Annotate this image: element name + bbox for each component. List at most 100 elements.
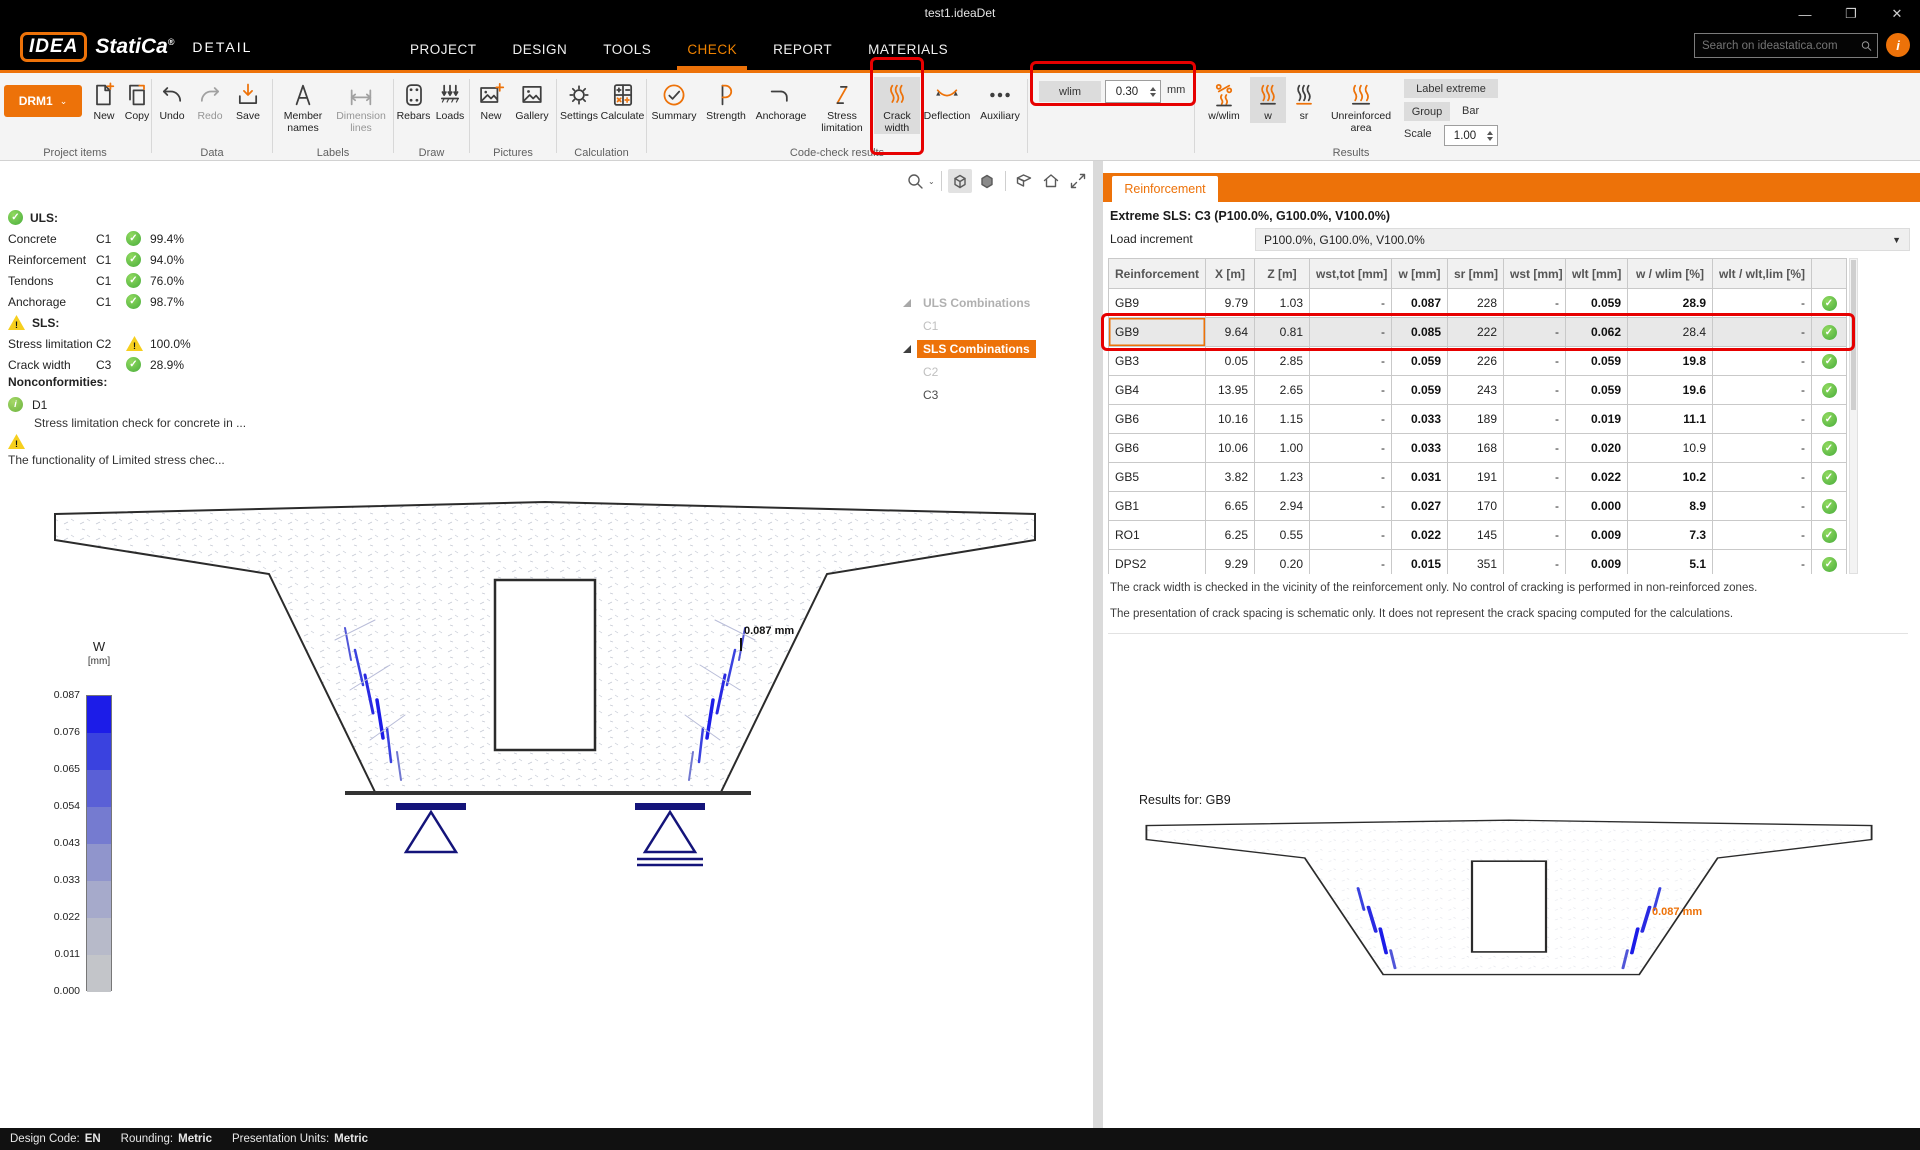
anchorage-check-button[interactable]: Anchorage	[752, 77, 810, 123]
table-row[interactable]: GB99.640.81-0.085222-0.06228.4-✓	[1109, 318, 1847, 347]
panel-splitter[interactable]	[1093, 161, 1103, 1128]
undo-button[interactable]: Undo	[153, 77, 191, 123]
wlim-spinner[interactable]: 0.30	[1105, 80, 1161, 103]
search-input[interactable]	[1695, 40, 1860, 52]
label-extreme-toggle[interactable]: Label extreme	[1404, 79, 1498, 98]
new-project-item-button[interactable]: New	[88, 77, 120, 123]
zoom-tool-icon[interactable]	[903, 169, 927, 193]
menu-check[interactable]: CHECK	[687, 28, 737, 70]
fit-view-icon[interactable]	[1066, 169, 1090, 193]
settings-button[interactable]: Settings	[558, 77, 600, 123]
tab-reinforcement[interactable]: Reinforcement	[1112, 176, 1218, 202]
group-toggle[interactable]: Group	[1404, 102, 1450, 121]
tree-item-sls-combinations[interactable]: SLS Combinations	[903, 337, 1088, 360]
summary-row: ReinforcementC1✓94.0%	[8, 249, 308, 270]
table-row[interactable]: GB413.952.65-0.059243-0.05919.6-✓	[1109, 376, 1847, 405]
column-header[interactable]: Reinforcement	[1109, 259, 1206, 289]
column-header[interactable]	[1812, 259, 1847, 289]
nonconformity-item[interactable]: iD1	[8, 395, 328, 414]
table-row[interactable]: GB16.652.94-0.027170-0.0008.9-✓	[1109, 492, 1847, 521]
column-header[interactable]: X [m]	[1206, 259, 1255, 289]
bridge-section-drawing[interactable]	[45, 500, 1045, 870]
column-header[interactable]: w [mm]	[1392, 259, 1448, 289]
tree-item-c2[interactable]: C2	[903, 360, 1088, 383]
table-row[interactable]: GB610.061.00-0.033168-0.02010.9-✓	[1109, 434, 1847, 463]
nonconformity-item[interactable]: !	[8, 432, 328, 451]
check-summary: ✓ ULS: ConcreteC1✓99.4%ReinforcementC1✓9…	[8, 207, 308, 375]
calculate-button[interactable]: Calculate	[600, 77, 645, 123]
copy-button[interactable]: Copy	[120, 77, 154, 123]
table-cell: 168	[1448, 434, 1504, 463]
table-row[interactable]: RO16.250.55-0.022145-0.0097.3-✓	[1109, 521, 1847, 550]
status-cell: ✓	[1812, 318, 1847, 347]
spinner-arrows-icon[interactable]	[1148, 87, 1160, 97]
menu-tools[interactable]: TOOLS	[603, 28, 651, 70]
table-scrollbar[interactable]	[1849, 258, 1858, 574]
table-row[interactable]: DPS29.290.20-0.015351-0.0095.1-✓	[1109, 550, 1847, 575]
check-icon: ✓	[1822, 441, 1837, 456]
table-cell: DPS2	[1109, 550, 1206, 575]
deflection-check-button[interactable]: Deflection	[920, 77, 974, 123]
column-header[interactable]: sr [mm]	[1448, 259, 1504, 289]
result-w-wlim-button[interactable]: w/wlim	[1200, 77, 1248, 123]
new-picture-button[interactable]: New	[471, 77, 511, 123]
wireframe-view-icon[interactable]	[948, 169, 972, 193]
table-row[interactable]: GB99.791.03-0.087228-0.05928.9-✓	[1109, 289, 1847, 318]
tree-item-uls-combinations[interactable]: ULS Combinations	[903, 291, 1088, 314]
column-header[interactable]: wlt [mm]	[1566, 259, 1628, 289]
expand-triangle-icon[interactable]	[903, 345, 911, 353]
menu-report[interactable]: REPORT	[773, 28, 832, 70]
column-header[interactable]: wlt / wlt,lim [%]	[1713, 259, 1812, 289]
result-sr-button[interactable]: sr	[1288, 77, 1320, 123]
table-cell: GB6	[1109, 434, 1206, 463]
table-cell: 0.20	[1255, 550, 1310, 575]
auxiliary-button[interactable]: Auxiliary	[974, 77, 1026, 123]
menu-project[interactable]: PROJECT	[410, 28, 477, 70]
expand-triangle-icon[interactable]	[903, 299, 911, 307]
check-icon: ✓	[126, 252, 141, 267]
crack-width-check-button[interactable]: Crack width	[874, 77, 920, 134]
column-header[interactable]: wst,tot [mm]	[1310, 259, 1392, 289]
bar-toggle[interactable]: Bar	[1462, 105, 1479, 117]
result-section-drawing[interactable]	[1139, 818, 1879, 980]
strength-check-button[interactable]: Strength	[700, 77, 752, 123]
tree-item-c1[interactable]: C1	[903, 314, 1088, 337]
tree-item-c3[interactable]: C3	[903, 383, 1088, 406]
drm1-dropdown[interactable]: DRM1⌄	[4, 85, 82, 117]
table-row[interactable]: GB53.821.23-0.031191-0.02210.2-✓	[1109, 463, 1847, 492]
loads-button[interactable]: Loads	[432, 77, 468, 123]
minimize-icon[interactable]: —	[1782, 0, 1828, 28]
scale-spinner[interactable]: 1.00	[1444, 125, 1498, 146]
summary-row: TendonsC1✓76.0%	[8, 270, 308, 291]
maximize-icon[interactable]: ❐	[1828, 0, 1874, 28]
home-view-icon[interactable]	[1039, 169, 1063, 193]
menu-materials[interactable]: MATERIALS	[868, 28, 948, 70]
solid-view-icon[interactable]	[975, 169, 999, 193]
search-icon[interactable]	[1860, 37, 1873, 55]
result-unreinforced-area-button[interactable]: Unreinforced area	[1322, 77, 1400, 134]
column-header[interactable]: Z [m]	[1255, 259, 1310, 289]
stress-limitation-check-button[interactable]: Stress limitation	[810, 77, 874, 134]
load-increment-select[interactable]: P100.0%, G100.0%, V100.0% ▼	[1255, 228, 1910, 251]
spinner-arrows-icon[interactable]	[1485, 131, 1497, 141]
info-icon[interactable]: i	[1886, 33, 1910, 57]
table-row[interactable]: GB30.052.85-0.059226-0.05919.8-✓	[1109, 347, 1847, 376]
table-row[interactable]: GB610.161.15-0.033189-0.01911.1-✓	[1109, 405, 1847, 434]
gallery-button[interactable]: Gallery	[511, 77, 553, 123]
scrollbar-thumb[interactable]	[1851, 260, 1856, 410]
table-cell: 191	[1448, 463, 1504, 492]
circled-check-icon	[660, 81, 688, 109]
rebars-button[interactable]: Rebars	[395, 77, 432, 123]
menu-design[interactable]: DESIGN	[513, 28, 568, 70]
summary-check-button[interactable]: Summary	[648, 77, 700, 123]
member-names-button[interactable]: Member names	[274, 77, 332, 134]
column-header[interactable]: w / wlim [%]	[1628, 259, 1713, 289]
check-icon: ✓	[1822, 354, 1837, 369]
close-icon[interactable]: ✕	[1874, 0, 1920, 28]
window-controls: — ❐ ✕	[1782, 0, 1920, 28]
section-box-icon[interactable]	[1012, 169, 1036, 193]
chevron-down-icon[interactable]: ⌄	[928, 177, 935, 186]
result-w-button[interactable]: w	[1250, 77, 1286, 123]
save-button[interactable]: Save	[229, 77, 267, 123]
column-header[interactable]: wst [mm]	[1504, 259, 1566, 289]
